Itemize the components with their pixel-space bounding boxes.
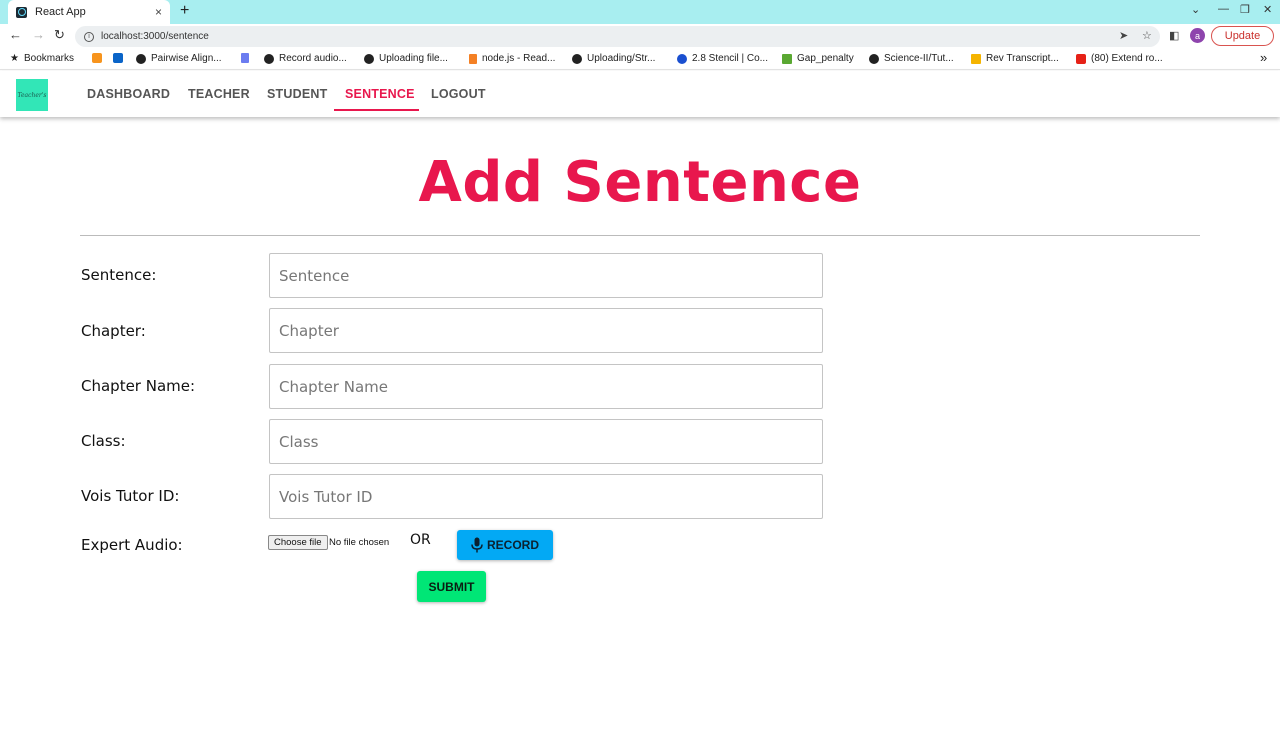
- sentence-input[interactable]: [269, 253, 823, 298]
- bookmark-item[interactable]: Science-II/Tut...: [869, 53, 954, 64]
- submit-button[interactable]: SUBMIT: [417, 571, 486, 602]
- nav-logout[interactable]: LOGOUT: [431, 87, 486, 101]
- bookmark-star-icon[interactable]: ☆: [1142, 29, 1152, 42]
- github-icon: [136, 53, 146, 64]
- update-button[interactable]: Update: [1211, 26, 1274, 46]
- window-close-icon[interactable]: ✕: [1263, 3, 1272, 16]
- more-bookmarks-icon[interactable]: »: [1260, 50, 1267, 65]
- star-icon: ★: [10, 53, 19, 64]
- choose-file-button[interactable]: Choose file: [268, 535, 328, 550]
- or-separator: OR: [410, 532, 431, 548]
- bookmark-item[interactable]: node.js - Read...: [469, 53, 555, 64]
- chapter-name-input[interactable]: [269, 364, 823, 409]
- wiki-icon: [782, 53, 792, 64]
- bookmark-item[interactable]: Uploading file...: [364, 53, 448, 64]
- minimize-icon[interactable]: —: [1218, 3, 1229, 15]
- vois-tutor-id-label: Vois Tutor ID:: [81, 487, 180, 505]
- github-icon: [869, 53, 879, 64]
- profile-avatar[interactable]: a: [1190, 28, 1205, 43]
- tab-title: React App: [35, 6, 86, 18]
- github-icon: [364, 53, 374, 64]
- back-icon[interactable]: ←: [9, 27, 22, 42]
- bookmark-item[interactable]: (80) Extend ro...: [1076, 53, 1163, 64]
- nav-dashboard[interactable]: DASHBOARD: [87, 87, 170, 101]
- bookmarks-menu[interactable]: ★ Bookmarks: [10, 53, 74, 64]
- browser-toolbar: ← → ↻ i localhost:3000/sentence ➤ ☆ ◧: [0, 24, 1280, 48]
- no-file-chosen-text: No file chosen: [329, 537, 390, 548]
- vois-tutor-id-input[interactable]: [269, 474, 823, 519]
- nav-sentence[interactable]: SENTENCE: [345, 87, 415, 101]
- bookmark-item[interactable]: Pairwise Align...: [136, 53, 222, 64]
- tab-close-icon[interactable]: ×: [155, 5, 162, 19]
- c-logo-icon: [677, 53, 687, 64]
- page-title: Add Sentence: [418, 150, 862, 215]
- tab-search-icon[interactable]: ⌄: [1191, 3, 1200, 16]
- new-tab-button[interactable]: +: [180, 2, 189, 20]
- link-icon: [241, 53, 249, 63]
- nav-teacher[interactable]: TEACHER: [188, 87, 250, 101]
- active-nav-indicator: [334, 109, 419, 111]
- send-tab-icon[interactable]: ➤: [1119, 29, 1128, 42]
- class-label: Class:: [81, 432, 126, 450]
- record-button[interactable]: RECORD: [457, 530, 553, 560]
- url-text: localhost:3000/sentence: [101, 31, 209, 42]
- record-label: RECORD: [486, 538, 539, 552]
- chapter-label: Chapter:: [81, 322, 146, 340]
- expert-audio-label: Expert Audio:: [81, 536, 183, 554]
- bookmarks-bar: ★ Bookmarks Pairwise Align... Record audi…: [0, 48, 1280, 70]
- app-navbar: Teacher's DASHBOARD TEACHER STUDENT SENT…: [0, 71, 1280, 117]
- browser-tab[interactable]: React App ×: [8, 0, 170, 24]
- react-favicon-icon: [16, 6, 27, 18]
- title-divider: [80, 235, 1200, 236]
- browser-tab-strip: React App × + ⌄ — ❐ ✕: [0, 0, 1280, 24]
- slides-icon: [971, 53, 981, 64]
- stackoverflow-icon: [469, 53, 477, 64]
- address-bar[interactable]: i localhost:3000/sentence: [75, 26, 1160, 47]
- bookmark-item[interactable]: Rev Transcript...: [971, 53, 1059, 64]
- bookmark-item[interactable]: Uploading/Str...: [572, 53, 655, 64]
- class-input[interactable]: [269, 419, 823, 464]
- github-icon: [264, 53, 274, 64]
- chapter-name-label: Chapter Name:: [81, 377, 196, 395]
- app-logo[interactable]: Teacher's: [16, 79, 48, 111]
- maximize-icon[interactable]: ❐: [1240, 3, 1250, 16]
- bookmark-item[interactable]: Record audio...: [264, 53, 347, 64]
- github-icon: [572, 53, 582, 64]
- bookmark-item[interactable]: [241, 53, 254, 63]
- reload-icon[interactable]: ↻: [54, 27, 65, 43]
- outlook-icon: [113, 53, 123, 63]
- bookmark-outlook[interactable]: [113, 53, 128, 63]
- nav-student[interactable]: STUDENT: [267, 87, 327, 101]
- microphone-icon: [471, 537, 483, 553]
- site-info-icon[interactable]: i: [84, 31, 94, 42]
- bookmark-item[interactable]: Gap_penalty: [782, 53, 854, 64]
- sentence-label: Sentence:: [81, 266, 157, 284]
- chapter-input[interactable]: [269, 308, 823, 353]
- bookmark-item[interactable]: 2.8 Stencil | Co...: [677, 53, 768, 64]
- forward-icon[interactable]: →: [32, 27, 45, 42]
- moodle-icon: [92, 53, 102, 63]
- youtube-icon: [1076, 53, 1086, 64]
- bookmark-icon-only[interactable]: [92, 53, 107, 63]
- side-panel-icon[interactable]: ◧: [1169, 29, 1179, 42]
